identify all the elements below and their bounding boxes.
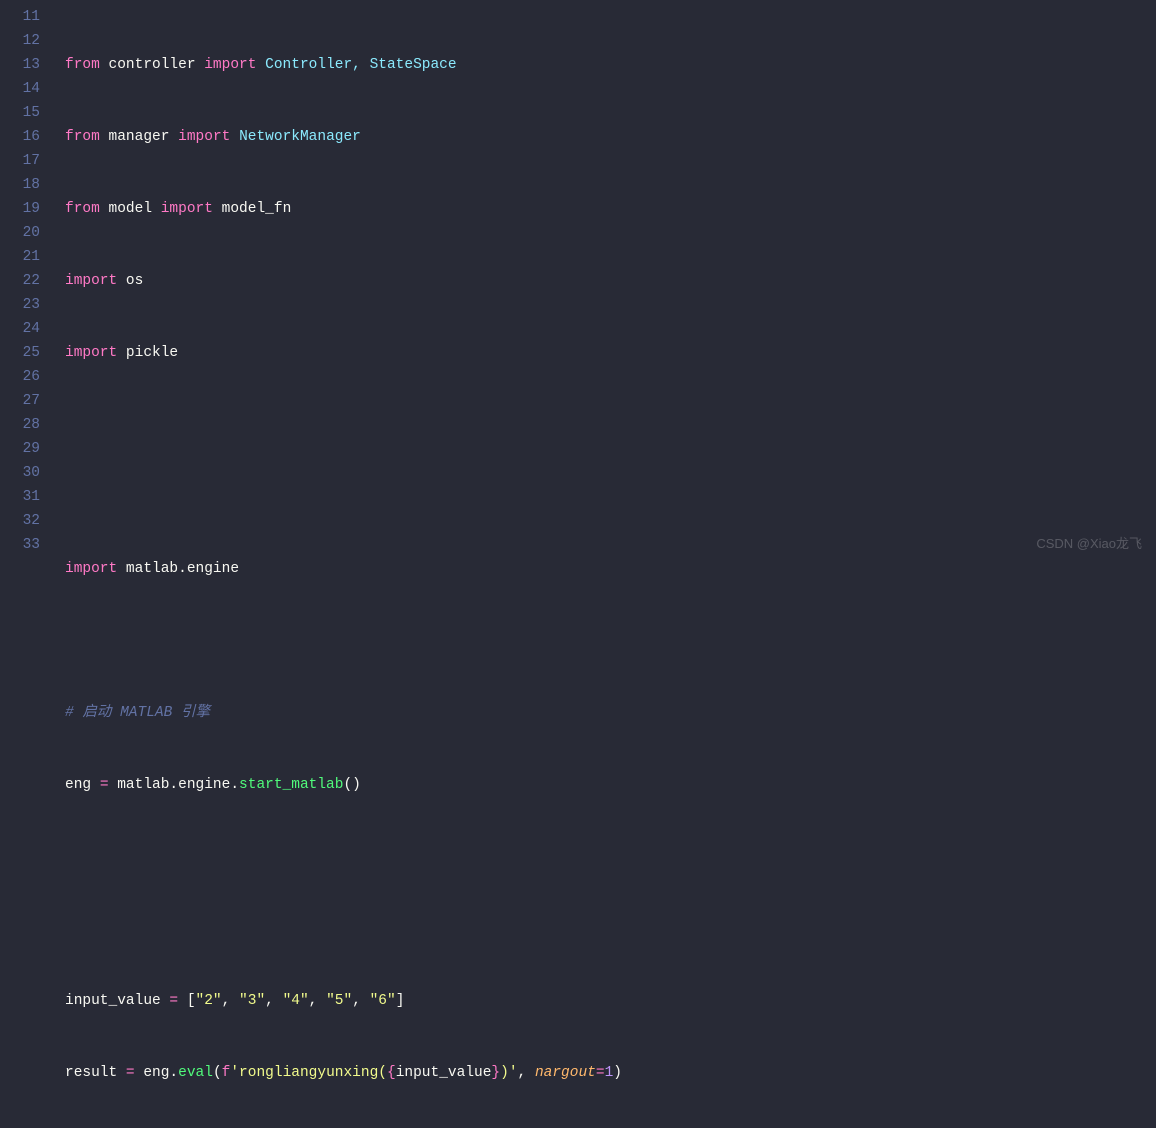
line-number: 14	[0, 77, 50, 101]
code-line: eng = matlab.engine.start_matlab()	[65, 773, 1156, 797]
line-number-gutter: 1112131415161718192021222324252627282930…	[0, 0, 50, 564]
code-line: result = eng.eval(f'rongliangyunxing({in…	[65, 1061, 1156, 1085]
line-number: 17	[0, 149, 50, 173]
line-number: 25	[0, 341, 50, 365]
line-number: 21	[0, 245, 50, 269]
line-number: 30	[0, 461, 50, 485]
code-line	[65, 629, 1156, 653]
code-line: # 启动 MATLAB 引擎	[65, 701, 1156, 725]
code-line	[65, 413, 1156, 437]
code-line: from controller import Controller, State…	[65, 53, 1156, 77]
line-number: 28	[0, 413, 50, 437]
line-number: 22	[0, 269, 50, 293]
line-number: 26	[0, 365, 50, 389]
line-number: 33	[0, 533, 50, 557]
code-line	[65, 845, 1156, 869]
line-number: 32	[0, 509, 50, 533]
line-number: 23	[0, 293, 50, 317]
code-line	[65, 917, 1156, 941]
line-number: 29	[0, 437, 50, 461]
line-number: 20	[0, 221, 50, 245]
line-number: 13	[0, 53, 50, 77]
code-area[interactable]: from controller import Controller, State…	[50, 0, 1156, 564]
line-number: 27	[0, 389, 50, 413]
code-line: import matlab.engine	[65, 557, 1156, 581]
code-line: import pickle	[65, 341, 1156, 365]
code-line: import os	[65, 269, 1156, 293]
line-number: 16	[0, 125, 50, 149]
code-line	[65, 485, 1156, 509]
line-number: 15	[0, 101, 50, 125]
line-number: 18	[0, 173, 50, 197]
code-line: from model import model_fn	[65, 197, 1156, 221]
line-number: 11	[0, 5, 50, 29]
line-number: 31	[0, 485, 50, 509]
line-number: 24	[0, 317, 50, 341]
code-line: input_value = ["2", "3", "4", "5", "6"]	[65, 989, 1156, 1013]
code-editor[interactable]: 1112131415161718192021222324252627282930…	[0, 0, 1156, 564]
line-number: 19	[0, 197, 50, 221]
watermark: CSDN @Xiao龙飞	[1036, 532, 1142, 556]
line-number: 12	[0, 29, 50, 53]
code-line: from manager import NetworkManager	[65, 125, 1156, 149]
